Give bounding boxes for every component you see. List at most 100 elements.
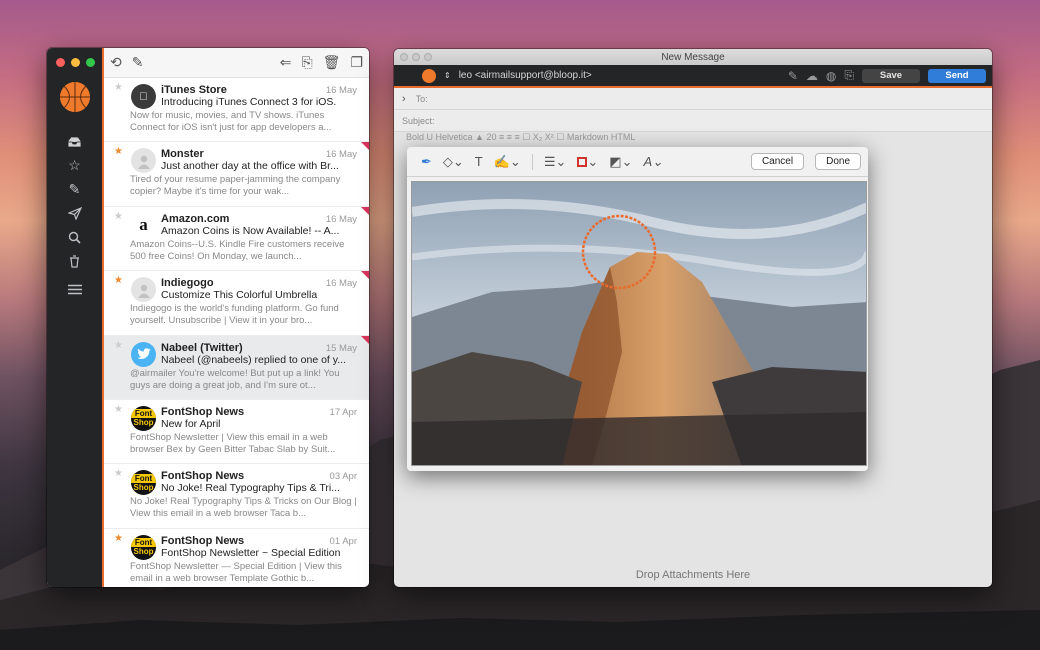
message-subject: Introducing iTunes Connect 3 for iOS.: [161, 96, 337, 108]
expand-chevron-icon[interactable]: ›: [402, 93, 406, 105]
star-toggle-icon[interactable]: ★: [114, 468, 123, 479]
message-preview: No Joke! Real Typography Tips & Tricks o…: [130, 496, 357, 520]
fontshop-logo-top: Font: [131, 473, 156, 483]
subject-label: Subject:: [402, 115, 435, 126]
pencil-icon[interactable]: ✎: [788, 69, 798, 83]
pencil-icon[interactable]: ✎: [65, 181, 85, 198]
star-toggle-icon[interactable]: ★: [114, 340, 123, 351]
message-preview: Amazon Coins--U.S. Kindle Fire customers…: [130, 238, 345, 262]
flag-icon: [361, 335, 369, 344]
message-subject: Nabeel (@nabeels) replied to one of y...: [161, 353, 346, 366]
message-date: 03 Apr: [329, 471, 357, 483]
compose-icon[interactable]: ✎: [132, 54, 144, 71]
pen-icon[interactable]: ✒: [421, 154, 432, 170]
attachment-icon[interactable]: ⎘: [844, 68, 854, 83]
message-date: 17 Apr: [329, 406, 357, 418]
compose-minimize-button[interactable]: [412, 52, 420, 61]
message-subject: Amazon Coins is Now Available! -- A...: [161, 224, 340, 237]
message-subject: No Joke! Real Typography Tips & Tri...: [161, 482, 340, 495]
to-field[interactable]: › To:: [394, 88, 992, 110]
twitter-logo-icon: [131, 341, 156, 367]
reply-icon[interactable]: ⇐: [280, 54, 292, 71]
account-avatar[interactable]: [60, 82, 90, 112]
sender-dropdown-icon[interactable]: ⇕: [444, 71, 451, 80]
sender-field[interactable]: leo <airmailsupport@bloop.it>: [459, 70, 592, 81]
star-icon[interactable]: ☆: [65, 157, 85, 174]
globe-icon[interactable]: ◍: [826, 69, 836, 83]
message-date: 16 May: [325, 85, 357, 96]
message-preview: Tired of your resume paper-jamming the c…: [130, 174, 341, 198]
flag-icon: [361, 142, 369, 151]
format-bar[interactable]: Bold U Helvetica ▲ 20 ≡ ≡ ≡ ☐ X₂ X² ☐ Ma…: [394, 132, 992, 146]
fontshop-logo-bottom: Shop: [133, 547, 154, 557]
compose-titlebar: New Message: [394, 49, 992, 65]
message-preview: Now for music, movies, and TV shows. iTu…: [130, 110, 332, 133]
list-item[interactable]: ★iTunes Store16 MayIntroducing iTunes C…: [104, 78, 369, 143]
signature-icon[interactable]: ✍⌄: [494, 154, 521, 170]
archive-icon[interactable]: ⎘: [301, 54, 312, 71]
menu-icon[interactable]: [65, 281, 85, 298]
compose-window-controls: [400, 52, 432, 61]
cancel-button[interactable]: Cancel: [750, 153, 805, 170]
fontshop-logo-icon: Font Shop: [131, 534, 156, 560]
sender-avatar: [422, 68, 436, 83]
done-button[interactable]: Done: [815, 153, 861, 170]
message-subject: Just another day at the office with Br..…: [161, 160, 339, 173]
search-icon[interactable]: [65, 229, 85, 246]
trash-icon[interactable]: 🗑: [323, 54, 341, 71]
zoom-window-button[interactable]: [86, 58, 95, 67]
star-toggle-icon[interactable]: ★: [114, 211, 123, 222]
fontshop-logo-icon: Font Shop: [131, 405, 156, 431]
move-icon[interactable]: ❐: [350, 54, 363, 71]
message-subject: New for April: [161, 417, 221, 430]
close-window-button[interactable]: [56, 58, 65, 67]
compose-zoom-button[interactable]: [424, 52, 432, 61]
star-toggle-icon[interactable]: ★: [114, 146, 123, 157]
font-icon[interactable]: A⌄: [643, 154, 663, 170]
fill-color-icon[interactable]: ◩⌄: [609, 154, 632, 170]
text-icon[interactable]: T: [475, 154, 483, 169]
window-controls: [56, 58, 95, 67]
border-color-icon[interactable]: ⌄: [577, 154, 598, 170]
list-item[interactable]: ★ Font Shop FontShop News 01 Apr FontShop New…: [104, 529, 369, 587]
mail-window: ☆ ✎ ⟲ ✎ ⇐ ⎘ 🗑 ❐ ★iTunes Store16: [47, 48, 369, 587]
fontshop-logo-top: Font: [131, 409, 156, 419]
subject-field[interactable]: Subject:: [394, 110, 992, 132]
basketball-icon: [60, 82, 90, 112]
message-preview: FontShop Newsletter | View this email in…: [130, 431, 336, 455]
trash-icon[interactable]: [65, 253, 85, 270]
fontshop-logo-bottom: Shop: [133, 418, 154, 428]
list-item[interactable]: ★ Font Shop FontShop News 17 Apr New for Apri…: [104, 400, 369, 465]
list-item[interactable]: ★ Monster 16 May Just another day at the of…: [104, 142, 369, 207]
markup-dialog: ✒ ◇⌄ T ✍⌄ ☰⌄ ⌄ ◩⌄ A⌄ Cancel Done: [407, 147, 868, 471]
line-style-icon[interactable]: ☰⌄: [544, 154, 567, 170]
avatar-placeholder-icon: [131, 277, 156, 303]
fontshop-logo-icon: Font Shop: [131, 470, 156, 496]
star-toggle-icon[interactable]: ★: [114, 275, 123, 286]
star-toggle-icon[interactable]: ★: [114, 404, 123, 415]
retweet-icon[interactable]: ⟲: [110, 54, 122, 71]
message-subject: Customize This Colorful Umbrella: [161, 289, 318, 302]
minimize-window-button[interactable]: [71, 58, 80, 67]
list-item[interactable]: ★ a Amazon.com 16 May Amazon Coins is Now Av…: [104, 206, 369, 272]
send-icon[interactable]: [65, 205, 85, 222]
message-preview: @airmailer You're welcome! But put up a …: [130, 367, 340, 391]
shapes-icon[interactable]: ◇⌄: [443, 154, 464, 170]
send-button[interactable]: Send: [928, 68, 986, 83]
star-toggle-icon[interactable]: ★: [114, 533, 123, 544]
message-subject: FontShop Newsletter ~ Special Edition: [161, 546, 341, 559]
star-toggle-icon[interactable]: ★: [114, 82, 123, 93]
list-item[interactable]: ★ Nabeel (Twitter) 15 May Nabeel (@nabeels)…: [104, 335, 369, 400]
list-item[interactable]: ★ Indiegogo 16 May Customize This Colorful …: [104, 271, 369, 336]
compose-toolbar: ⇕ leo <airmailsupport@bloop.it> ✎ ☁ ◍ ⎘ …: [394, 65, 992, 88]
message-date: 16 May: [325, 149, 357, 161]
flag-icon: [361, 271, 369, 280]
inbox-icon[interactable]: [65, 133, 85, 150]
compose-close-button[interactable]: [400, 52, 408, 61]
edited-image[interactable]: [411, 181, 867, 466]
compose-title: New Message: [661, 51, 725, 63]
list-item[interactable]: ★ Font Shop FontShop News 03 Apr No Joke! Rea…: [104, 464, 369, 529]
list-toolbar: ⟲ ✎ ⇐ ⎘ 🗑 ❐: [104, 48, 369, 78]
save-button[interactable]: Save: [862, 68, 920, 83]
cloud-icon[interactable]: ☁: [806, 69, 818, 83]
